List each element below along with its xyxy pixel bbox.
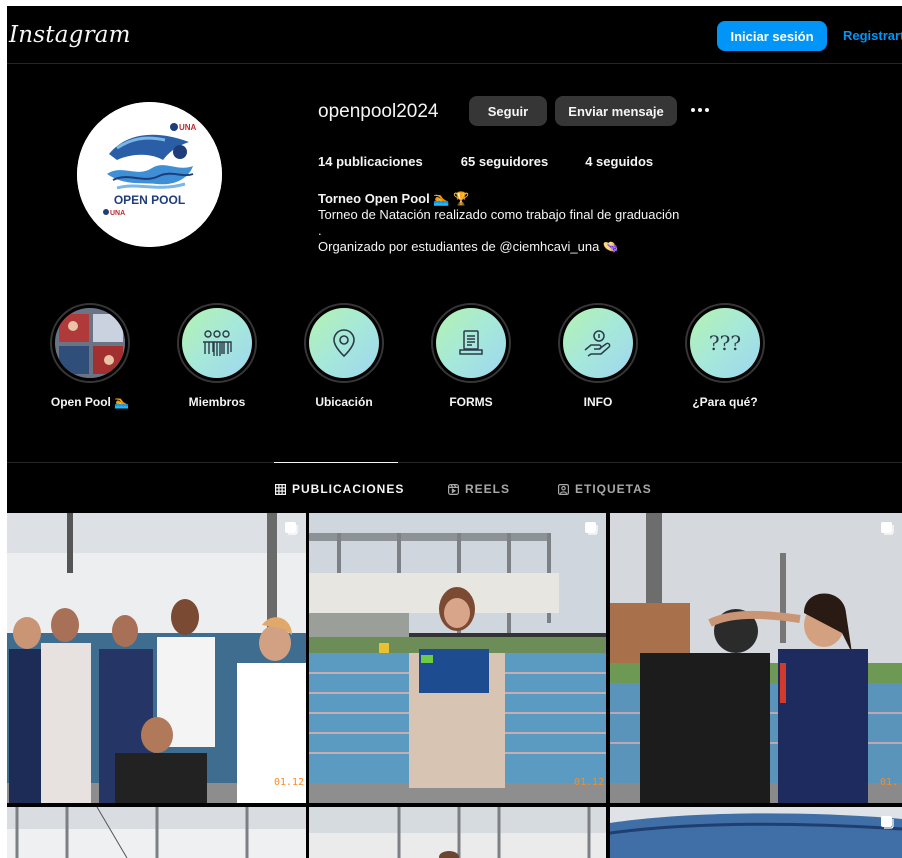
grid-icon xyxy=(275,483,286,495)
tab-label: REELS xyxy=(465,482,511,496)
post-image-stadium xyxy=(7,807,306,858)
instagram-logo[interactable]: Instagram xyxy=(9,22,131,48)
post-thumbnail[interactable]: 01. xyxy=(610,513,902,803)
highlight-ubicacion[interactable]: Ubicación xyxy=(289,303,399,409)
multiple-photos-icon xyxy=(881,522,894,535)
post-image-group-photo xyxy=(7,513,306,803)
post-thumbnail[interactable]: 01.12 xyxy=(7,513,306,803)
document-icon xyxy=(459,330,483,355)
profile-stats: 14 publicaciones 65 seguidores 4 seguido… xyxy=(318,154,653,169)
open-pool-title-text: OPEN POOL xyxy=(114,193,185,207)
reels-icon xyxy=(448,483,459,495)
highlight-label: Ubicación xyxy=(315,395,373,409)
post-image-medal-ceremony xyxy=(610,513,902,803)
highlight-label: Open Pool 🏊 xyxy=(50,395,130,409)
una-sub-text: UNA xyxy=(110,210,125,217)
post-thumbnail[interactable] xyxy=(610,807,902,858)
posts-count: 14 publicaciones xyxy=(318,154,423,169)
highlight-label: INFO xyxy=(583,395,613,409)
hand-coin-icon xyxy=(584,330,611,357)
multiple-photos-icon xyxy=(881,816,894,829)
top-bar: Instagram Iniciar sesión Registrarte xyxy=(7,6,902,64)
profile-username: openpool2024 xyxy=(318,101,439,122)
multiple-photos-icon xyxy=(585,522,598,535)
una-badge-text: UNA xyxy=(179,123,197,132)
question-marks-icon: ??? xyxy=(708,331,742,355)
tab-publicaciones[interactable]: PUBLICACIONES xyxy=(275,482,404,496)
send-message-button[interactable]: Enviar mensaje xyxy=(555,96,677,126)
follow-button[interactable]: Seguir xyxy=(469,96,547,126)
tab-etiquetas[interactable]: ETIQUETAS xyxy=(558,482,652,496)
highlight-label: FORMS xyxy=(449,395,493,409)
register-link[interactable]: Registrarte xyxy=(843,28,902,43)
people-group-icon xyxy=(203,330,232,356)
profile-avatar[interactable]: UNA OPEN POOL UNA xyxy=(77,102,222,247)
highlight-forms[interactable]: FORMS xyxy=(416,303,526,409)
post-thumbnail[interactable] xyxy=(7,807,306,858)
story-highlights: Open Pool 🏊 Miembros Ubicación FORMS INF… xyxy=(7,303,902,423)
highlight-para-que[interactable]: ??? ¿Para qué? xyxy=(670,303,780,409)
post-image-stadium xyxy=(309,807,606,858)
open-pool-logo-image: UNA OPEN POOL UNA xyxy=(77,102,222,247)
post-thumbnail[interactable]: 01.12 xyxy=(309,513,606,803)
active-tab-indicator xyxy=(274,462,398,463)
more-options-icon[interactable] xyxy=(687,100,713,120)
multiple-photos-icon xyxy=(285,522,298,535)
login-button[interactable]: Iniciar sesión xyxy=(717,21,827,51)
tab-reels[interactable]: REELS xyxy=(448,482,510,496)
following-count[interactable]: 4 seguidos xyxy=(585,154,653,169)
post-image-pool-structure xyxy=(610,807,902,858)
bio-line-3[interactable]: Organizado por estudiantes de @ciemhcavi… xyxy=(318,239,679,255)
bio-name: Torneo Open Pool 🏊 🏆 xyxy=(318,191,470,206)
highlight-info[interactable]: INFO xyxy=(543,303,653,409)
highlight-miembros[interactable]: Miembros xyxy=(162,303,272,409)
highlight-label: ¿Para qué? xyxy=(692,395,758,409)
tab-label: ETIQUETAS xyxy=(575,482,652,496)
photo-date-stamp: 01. xyxy=(880,777,899,788)
instagram-profile-page: Instagram Iniciar sesión Registrarte UNA… xyxy=(7,6,902,858)
photo-date-stamp: 01.12 xyxy=(274,777,305,788)
tab-label: PUBLICACIONES xyxy=(292,482,405,496)
bio-line-1: Torneo de Natación realizado como trabaj… xyxy=(318,207,680,222)
post-image-girl-with-bag xyxy=(309,513,606,803)
tagged-user-icon xyxy=(558,483,569,495)
highlight-label: Miembros xyxy=(188,395,246,409)
highlight-photo-collage xyxy=(55,308,125,378)
profile-bio: Torneo Open Pool 🏊 🏆 Torneo de Natación … xyxy=(318,191,679,255)
followers-count[interactable]: 65 seguidores xyxy=(461,154,548,169)
post-thumbnail[interactable] xyxy=(309,807,606,858)
bio-line-2: . xyxy=(318,223,322,238)
highlight-open-pool[interactable]: Open Pool 🏊 xyxy=(35,303,145,409)
photo-date-stamp: 01.12 xyxy=(574,777,605,788)
location-pin-icon xyxy=(333,329,355,358)
tabs-divider xyxy=(7,462,902,463)
